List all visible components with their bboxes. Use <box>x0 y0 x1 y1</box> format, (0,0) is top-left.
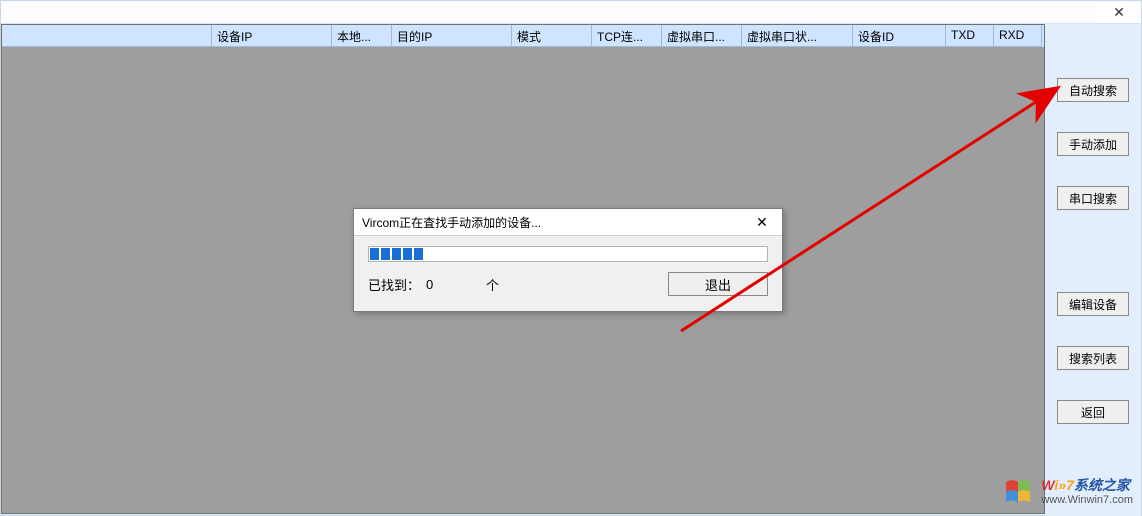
col-vserial-status[interactable]: 虚拟串口状... <box>742 25 853 47</box>
col-rxd[interactable]: RXD <box>994 25 1042 47</box>
close-icon: ✕ <box>1113 4 1125 21</box>
search-progress-dialog: Vircom正在査找手动添加的设备... ✕ 已找到： 0 个 退出 <box>353 208 783 312</box>
found-label: 已找到： <box>368 275 420 294</box>
col-device-id[interactable]: 设备ID <box>853 25 946 47</box>
col-tcp-conn[interactable]: TCP连... <box>592 25 662 47</box>
side-panel: 自动搜索 手动添加 串口搜索 编辑设备 搜索列表 返回 <box>1045 24 1141 516</box>
search-list-button[interactable]: 搜索列表 <box>1057 346 1129 370</box>
col-device-ip[interactable]: 设备IP <box>212 25 332 47</box>
found-count: 0 <box>426 277 476 292</box>
exit-button[interactable]: 退出 <box>668 272 768 296</box>
table-header-row: 设备IP 本地... 目的IP 模式 TCP连... 虚拟串口... 虚拟串口状… <box>2 25 1044 47</box>
col-target-ip[interactable]: 目的IP <box>392 25 512 47</box>
back-button[interactable]: 返回 <box>1057 400 1129 424</box>
progress-block <box>403 248 412 260</box>
col-mode[interactable]: 模式 <box>512 25 592 47</box>
progress-block <box>370 248 379 260</box>
manual-add-button[interactable]: 手动添加 <box>1057 132 1129 156</box>
edit-device-button[interactable]: 编辑设备 <box>1057 292 1129 316</box>
dialog-titlebar: Vircom正在査找手动添加的设备... ✕ <box>354 209 782 236</box>
found-unit: 个 <box>486 275 499 294</box>
serial-search-button[interactable]: 串口搜索 <box>1057 186 1129 210</box>
col-blank[interactable] <box>2 25 212 47</box>
app-window: ✕ 设备IP 本地... 目的IP 模式 TCP连... 虚拟串口... 虚拟串… <box>0 0 1142 516</box>
dialog-body: 已找到： 0 个 退出 <box>354 236 782 304</box>
dialog-title: Vircom正在査找手动添加的设备... <box>362 214 541 231</box>
dialog-close-button[interactable]: ✕ <box>742 209 782 235</box>
col-txd[interactable]: TXD <box>946 25 994 47</box>
auto-search-button[interactable]: 自动搜索 <box>1057 78 1129 102</box>
dialog-status-row: 已找到： 0 个 退出 <box>368 272 768 296</box>
window-close-button[interactable]: ✕ <box>1097 1 1141 23</box>
progress-block <box>381 248 390 260</box>
progress-bar <box>368 246 768 262</box>
progress-block <box>392 248 401 260</box>
progress-block <box>414 248 423 260</box>
col-local[interactable]: 本地... <box>332 25 392 47</box>
window-titlebar: ✕ <box>1 1 1141 24</box>
col-virtual-serial[interactable]: 虚拟串口... <box>662 25 742 47</box>
close-icon: ✕ <box>756 214 768 231</box>
titlebar-spacer <box>1 1 1097 23</box>
